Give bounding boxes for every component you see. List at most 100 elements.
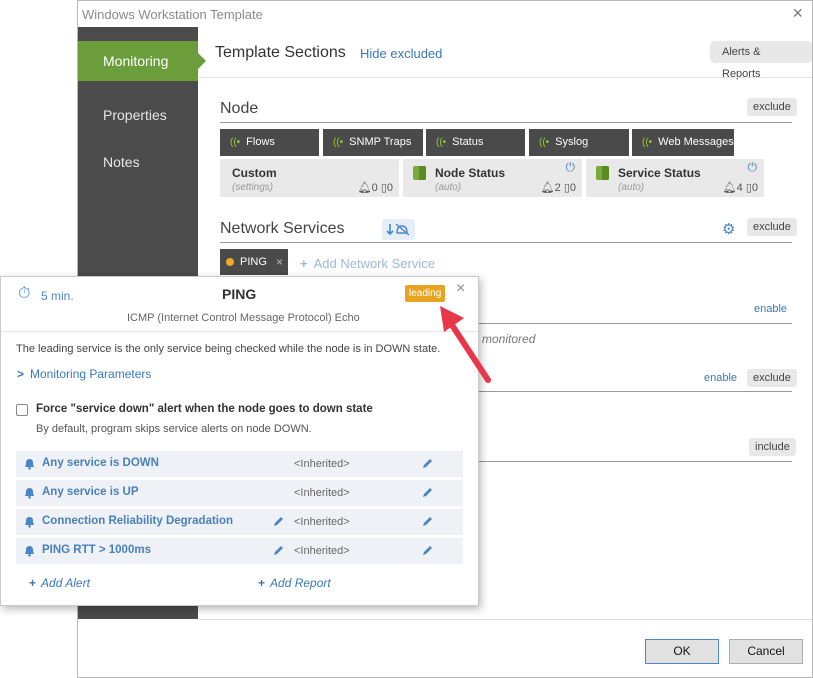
alert-value: <Inherited> <box>294 487 350 499</box>
node-section-title: Node <box>220 100 259 117</box>
tile-sub: (auto) <box>435 182 462 193</box>
alert-row[interactable]: Any service is UP <Inherited> <box>16 480 463 506</box>
flows-tile[interactable]: ((• Flows <box>220 129 319 156</box>
tile-sub: (auto) <box>618 182 645 193</box>
gear-icon[interactable]: ⚙ <box>722 220 735 238</box>
alert-name: Connection Reliability Degradation <box>42 515 234 527</box>
snmp-traps-tile[interactable]: ((• SNMP Traps <box>323 129 423 156</box>
syslog-tile[interactable]: ((• Syslog <box>529 129 629 156</box>
sort-alert-toggle[interactable] <box>382 219 415 240</box>
popup-title: PING <box>222 286 257 302</box>
plus-icon: + <box>258 576 266 590</box>
plus-icon: + <box>29 576 37 590</box>
bell-icon <box>25 517 34 528</box>
page-title: Template Sections <box>215 44 346 61</box>
signal-icon: ((• <box>436 137 447 148</box>
add-alert-link[interactable]: + Add Alert <box>29 576 90 590</box>
alerts-reports-button[interactable]: Alerts & Reports <box>710 41 812 80</box>
alert-row[interactable]: Connection Reliability Degradation <Inhe… <box>16 509 463 535</box>
monitoring-parameters-toggle[interactable]: > Monitoring Parameters <box>17 367 151 381</box>
signal-icon: ((• <box>333 137 344 148</box>
sidebar-item-monitoring[interactable]: Monitoring <box>78 41 206 81</box>
bell-icon: 🔔︎ <box>357 182 372 194</box>
popup-close-button[interactable]: × <box>456 280 465 298</box>
bell-icon <box>25 459 34 470</box>
node-section-rule <box>220 122 792 123</box>
custom-tile[interactable]: Custom (settings) 🔔︎0 ▯0 <box>220 159 399 197</box>
alert-name: PING RTT > 1000ms <box>42 544 151 556</box>
status-dot <box>226 258 234 266</box>
power-icon[interactable]: ⏻ <box>748 160 758 175</box>
alert-row[interactable]: PING RTT > 1000ms <Inherited> <box>16 538 463 564</box>
web-messages-tile[interactable]: ((• Web Messages <box>632 129 734 156</box>
power-icon[interactable]: ⏻ <box>566 160 576 175</box>
bell-icon <box>25 546 34 557</box>
tile-name: Custom <box>232 166 277 180</box>
force-alert-help: By default, program skips service alerts… <box>36 423 312 435</box>
popup-subtitle: ICMP (Internet Control Message Protocol)… <box>127 312 360 324</box>
window-close-button[interactable]: × <box>792 4 803 22</box>
screen: Windows Workstation Template × Monitorin… <box>0 0 813 678</box>
pencil-icon[interactable] <box>421 457 434 470</box>
pencil-icon[interactable] <box>272 515 285 528</box>
add-report-link[interactable]: + Add Report <box>258 576 331 590</box>
sidebar-item-notes[interactable]: Notes <box>78 142 198 182</box>
service-status-tile[interactable]: Service Status (auto) ⏻ 🔔︎4 ▯0 <box>586 159 764 197</box>
network-services-exclude-button[interactable]: exclude <box>747 218 797 236</box>
check-interval[interactable]: 5 min. <box>41 289 74 303</box>
exclude-button[interactable]: exclude <box>747 369 797 387</box>
tile-sub: (settings) <box>232 182 274 193</box>
ping-service-tab[interactable]: PING × <box>220 249 288 275</box>
force-alert-checkbox[interactable] <box>16 404 28 416</box>
hide-excluded-link[interactable]: Hide excluded <box>360 46 442 61</box>
footer-divider <box>198 619 812 620</box>
alert-value: <Inherited> <box>294 458 350 470</box>
plus-icon: + <box>300 256 308 271</box>
include-button[interactable]: include <box>749 438 796 456</box>
close-icon[interactable]: × <box>276 249 283 275</box>
alert-value: <Inherited> <box>294 545 350 557</box>
add-network-service-link[interactable]: + Add Network Service <box>300 256 435 271</box>
tile-counts: 🔔︎2 ▯0 <box>540 182 576 194</box>
status-tile[interactable]: ((• Status <box>426 129 525 156</box>
chevron-right-icon: > <box>17 367 25 381</box>
tile-name: Service Status <box>618 166 701 180</box>
pencil-icon[interactable] <box>421 486 434 499</box>
pencil-icon[interactable] <box>421 515 434 528</box>
annotation-arrow-icon <box>440 306 491 383</box>
enable-link[interactable]: enable <box>754 303 787 315</box>
alert-name: Any service is UP <box>42 486 139 498</box>
section-rule <box>478 461 792 462</box>
node-exclude-button[interactable]: exclude <box>747 98 797 116</box>
alert-value: <Inherited> <box>294 516 350 528</box>
tile-name: Node Status <box>435 166 506 180</box>
bell-icon: 🔔︎ <box>722 182 737 194</box>
network-services-rule <box>220 242 792 243</box>
node-status-tile[interactable]: Node Status (auto) ⏻ 🔔︎2 ▯0 <box>403 159 582 197</box>
tile-counts: 🔔︎0 ▯0 <box>357 182 393 194</box>
header-divider <box>198 77 812 78</box>
pencil-icon[interactable] <box>272 544 285 557</box>
signal-icon: ((• <box>539 137 550 148</box>
bell-icon: 🔔︎ <box>540 182 555 194</box>
popup-header-rule <box>1 331 478 332</box>
sidebar-item-properties[interactable]: Properties <box>78 95 198 135</box>
window-title: Windows Workstation Template <box>82 7 263 22</box>
timer-icon: ⏱ <box>18 285 31 302</box>
bell-icon <box>25 488 34 499</box>
leading-note: The leading service is the only service … <box>16 343 441 355</box>
network-services-title: Network Services <box>220 220 345 237</box>
alert-name: Any service is DOWN <box>42 457 159 469</box>
enable-link[interactable]: enable <box>704 372 737 384</box>
tile-counts: 🔔︎4 ▯0 <box>722 182 758 194</box>
section-rule <box>478 323 792 324</box>
ok-button[interactable]: OK <box>645 639 719 664</box>
cancel-button[interactable]: Cancel <box>729 639 803 664</box>
alert-row[interactable]: Any service is DOWN <Inherited> <box>16 451 463 477</box>
sort-no-alert-icon <box>386 223 410 236</box>
section-rule <box>478 391 792 392</box>
pencil-icon[interactable] <box>421 544 434 557</box>
signal-icon: ((• <box>642 137 653 148</box>
force-alert-label[interactable]: Force "service down" alert when the node… <box>36 403 373 415</box>
ping-service-popup: ⏱ 5 min. PING leading × ICMP (Internet C… <box>0 276 479 606</box>
